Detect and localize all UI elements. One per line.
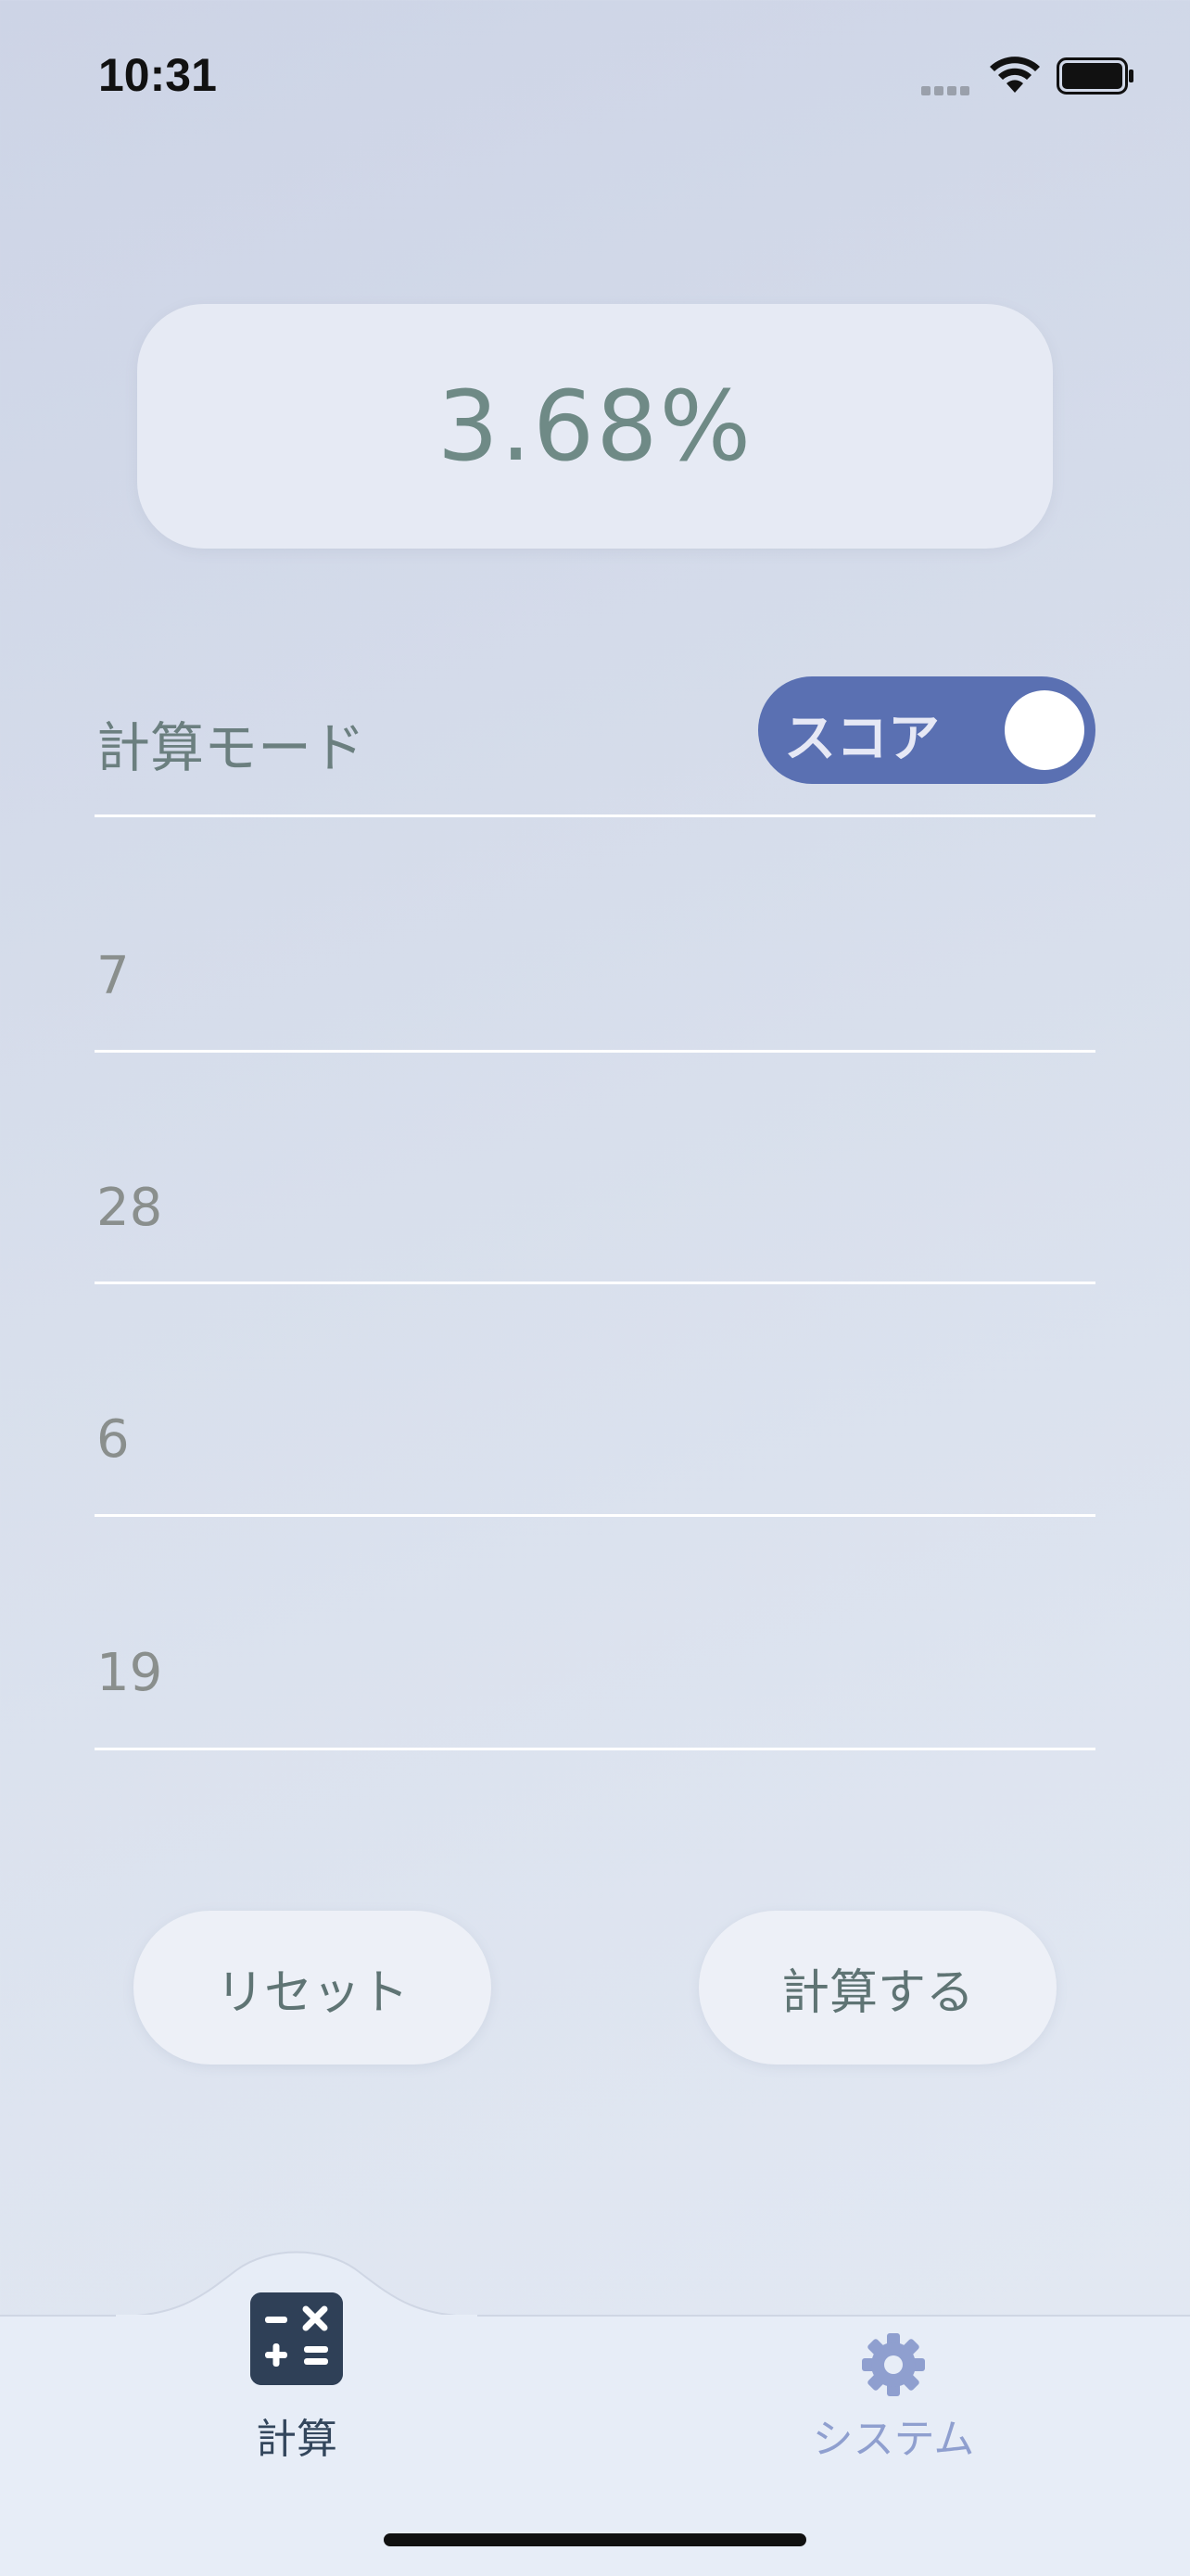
reset-button[interactable]: リセット xyxy=(133,1911,491,2065)
result-value: 3.68% xyxy=(437,370,753,483)
toggle-label: スコア xyxy=(784,709,940,769)
result-card: 3.68% xyxy=(137,304,1053,549)
battery-icon xyxy=(1057,57,1133,95)
divider xyxy=(95,1050,1095,1053)
tab-system-label: システム xyxy=(812,2416,975,2463)
divider xyxy=(95,1514,1095,1517)
tab-calculate[interactable]: 計算 xyxy=(204,2285,389,2470)
calculation-mode-label: 計算モード xyxy=(96,716,366,779)
home-indicator xyxy=(384,2533,806,2546)
tab-calculate-label: 計算 xyxy=(256,2416,337,2463)
score-mode-toggle[interactable]: スコア xyxy=(758,676,1095,784)
divider xyxy=(95,1748,1095,1750)
calculation-mode-row: 計算モード スコア xyxy=(95,676,1095,815)
status-bar: 10:31 xyxy=(0,0,1190,148)
value-input-1[interactable] xyxy=(95,925,1099,1027)
value-input-3[interactable] xyxy=(95,1388,1099,1490)
wifi-icon xyxy=(990,57,1040,93)
calculate-button[interactable]: 計算する xyxy=(699,1911,1057,2065)
tab-system[interactable]: システム xyxy=(801,2317,986,2474)
toggle-knob xyxy=(1005,690,1084,770)
divider xyxy=(95,814,1095,817)
value-input-2[interactable] xyxy=(95,1156,1099,1258)
divider xyxy=(95,1282,1095,1284)
value-input-4[interactable] xyxy=(95,1622,1099,1724)
status-time: 10:31 xyxy=(98,49,217,101)
cellular-signal-icon xyxy=(921,82,977,95)
calculator-icon xyxy=(250,2292,343,2385)
gear-icon xyxy=(862,2333,925,2396)
